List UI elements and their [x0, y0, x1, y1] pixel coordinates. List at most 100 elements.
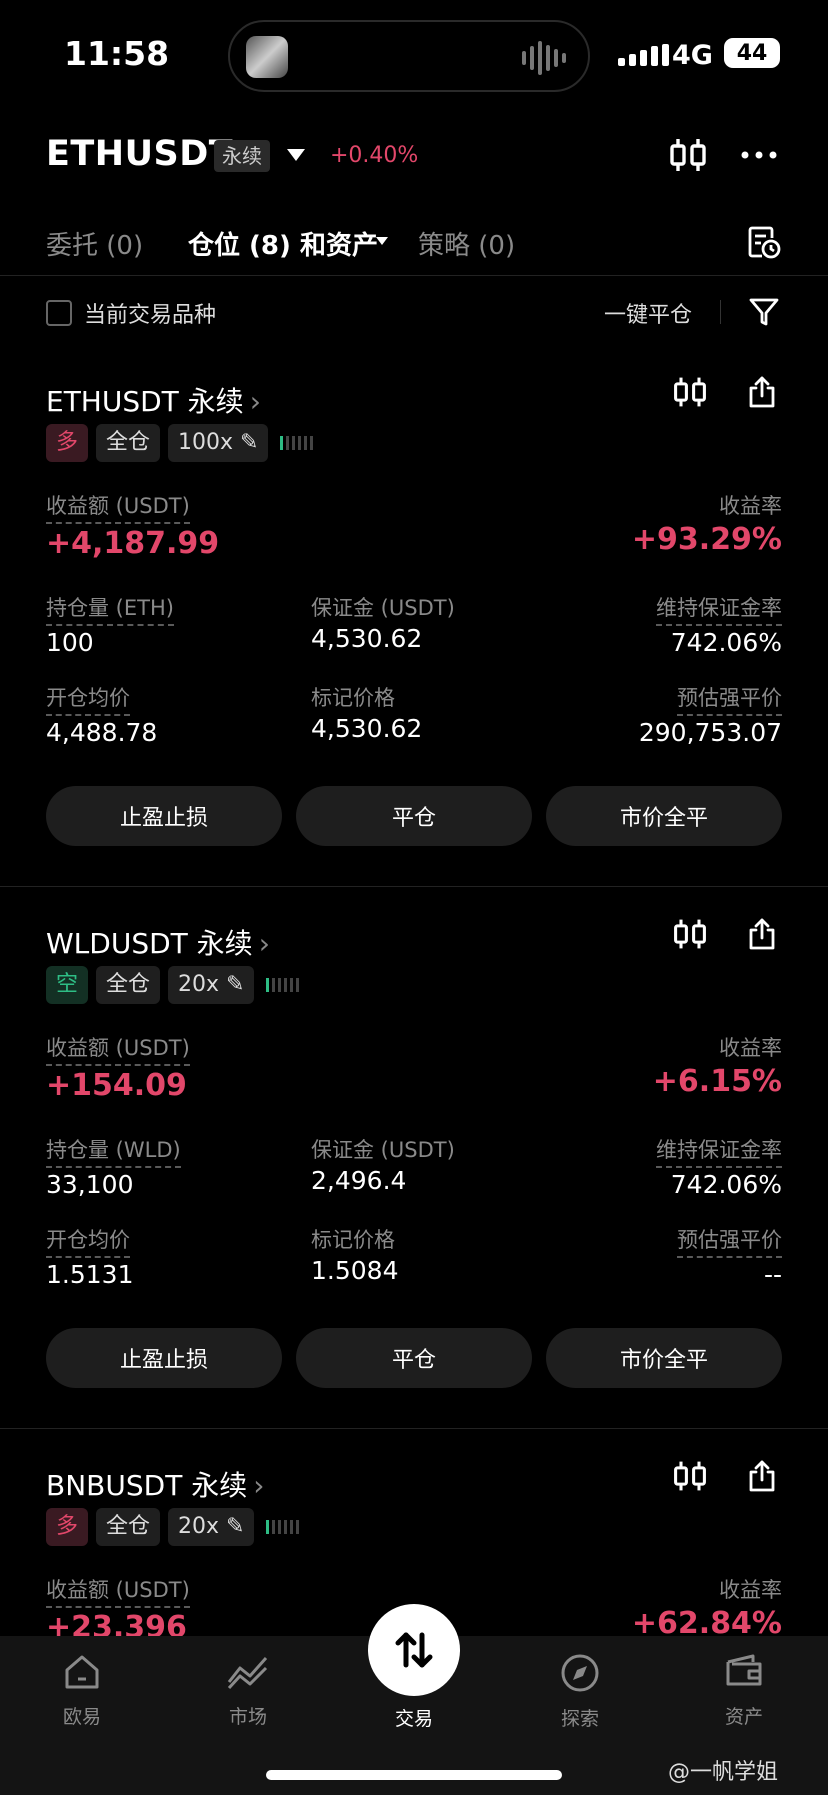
leverage-button[interactable]: 20x ✎ — [168, 1508, 255, 1546]
size-value: 100 — [46, 628, 94, 657]
watermark: @一帆学姐 — [668, 1760, 779, 1785]
margin-mode-tag[interactable]: 全仓 — [96, 966, 161, 1004]
position-title-link[interactable]: BNBUSDT 永续 › — [46, 1464, 264, 1504]
liq-price-label: 预估强平价 — [677, 1224, 782, 1258]
filter-icon[interactable] — [742, 290, 786, 334]
position-title: WLDUSDT 永续 — [46, 927, 253, 960]
order-history-icon[interactable] — [742, 220, 786, 264]
entry-price-label: 开仓均价 — [46, 1224, 130, 1258]
roe-value: +93.29% — [631, 522, 782, 557]
side-tag: 空 — [46, 966, 89, 1004]
close-position-button[interactable]: 平仓 — [296, 1328, 532, 1388]
pnl-label: 收益额 (USDT) — [46, 1574, 190, 1608]
maint-ratio-value: 742.06% — [670, 1170, 782, 1199]
nav-item-market[interactable]: 市场 — [188, 1652, 308, 1729]
close-all-button[interactable]: 一键平仓 — [604, 297, 692, 329]
home-icon — [65, 1655, 99, 1689]
mark-price-label: 标记价格 — [311, 1228, 395, 1252]
edit-icon: ✎ — [226, 1514, 245, 1539]
mark-price-value: 1.5084 — [311, 1256, 399, 1285]
battery-icon: 44 — [724, 38, 780, 68]
size-label: 持仓量 (WLD) — [46, 1134, 181, 1168]
chevron-right-icon: › — [258, 927, 270, 960]
share-icon[interactable] — [744, 374, 780, 414]
maint-ratio-label: 维持保证金率 — [656, 1134, 782, 1168]
nav-item-explore[interactable]: 探索 — [520, 1652, 640, 1731]
tab-positions[interactable]: 仓位 (8) 和资产 — [188, 225, 378, 262]
roe-label: 收益率 — [719, 494, 782, 518]
media-thumbnail — [246, 36, 288, 78]
market-close-button[interactable]: 市价全平 — [546, 786, 782, 846]
entry-price-value: 1.5131 — [46, 1260, 134, 1289]
entry-price-value: 4,488.78 — [46, 718, 158, 747]
candlestick-chart-icon[interactable] — [666, 133, 710, 177]
leverage-level-bars — [280, 436, 314, 450]
margin-value: 2,496.4 — [311, 1166, 407, 1195]
current-instrument-label: 当前交易品种 — [84, 303, 217, 328]
side-tag: 多 — [46, 424, 89, 462]
position-title-link[interactable]: WLDUSDT 永续 › — [46, 922, 270, 962]
edit-icon: ✎ — [226, 972, 245, 997]
current-instrument-checkbox[interactable] — [46, 300, 72, 326]
tab-strategy[interactable]: 策略 (0) — [418, 225, 515, 262]
leverage-button[interactable]: 20x ✎ — [168, 966, 255, 1004]
liq-price-label: 预估强平价 — [677, 682, 782, 716]
trade-swap-icon — [395, 1632, 433, 1668]
roe-value: +6.15% — [652, 1064, 782, 1099]
share-icon[interactable] — [744, 916, 780, 956]
roe-label: 收益率 — [719, 1578, 782, 1602]
roe-label: 收益率 — [719, 1036, 782, 1060]
margin-value: 4,530.62 — [311, 624, 423, 653]
contract-type-tag: 永续 — [214, 140, 270, 172]
tab-orders[interactable]: 委托 (0) — [46, 225, 143, 262]
filter-separator — [720, 300, 721, 324]
nav-label: 探索 — [560, 1708, 599, 1730]
position-chart-icon[interactable] — [672, 916, 708, 956]
maint-ratio-value: 742.06% — [670, 628, 782, 657]
more-icon[interactable] — [737, 133, 781, 177]
dynamic-island[interactable] — [228, 20, 590, 92]
pnl-label: 收益额 (USDT) — [46, 1032, 190, 1066]
nav-item-trade[interactable] — [368, 1604, 460, 1696]
market-close-button[interactable]: 市价全平 — [546, 1328, 782, 1388]
instrument-dropdown-icon[interactable] — [287, 149, 305, 161]
margin-label: 保证金 (USDT) — [311, 1138, 455, 1162]
liq-price-value: 290,753.07 — [638, 718, 782, 747]
pnl-value: +154.09 — [46, 1068, 187, 1103]
leverage-button[interactable]: 100x ✎ — [168, 424, 269, 462]
tab-dropdown-icon[interactable] — [376, 237, 388, 245]
nav-item-home[interactable]: 欧易 — [22, 1652, 142, 1729]
tp-sl-button[interactable]: 止盈止损 — [46, 1328, 282, 1388]
pnl-value: +4,187.99 — [46, 526, 220, 561]
nav-item-assets[interactable]: 资产 — [684, 1652, 804, 1729]
margin-label: 保证金 (USDT) — [311, 596, 455, 620]
position-chart-icon[interactable] — [672, 1458, 708, 1498]
side-tag: 多 — [46, 1508, 89, 1546]
wallet-icon — [726, 1654, 762, 1686]
liq-price-value: -- — [763, 1260, 782, 1289]
mark-price-value: 4,530.62 — [311, 714, 423, 743]
card-divider — [0, 886, 828, 887]
size-label: 持仓量 (ETH) — [46, 592, 174, 626]
leverage-value: 100x — [178, 430, 234, 455]
margin-mode-tag[interactable]: 全仓 — [96, 1508, 161, 1546]
mark-price-label: 标记价格 — [311, 686, 395, 710]
audio-wave-icon — [522, 40, 566, 76]
margin-mode-tag[interactable]: 全仓 — [96, 424, 161, 462]
position-title-link[interactable]: ETHUSDT 永续 › — [46, 380, 261, 420]
network-type: 4G — [672, 40, 713, 71]
share-icon[interactable] — [744, 1458, 780, 1498]
nav-label: 资产 — [724, 1706, 763, 1728]
position-chart-icon[interactable] — [672, 374, 708, 414]
leverage-level-bars — [266, 1520, 300, 1534]
home-indicator[interactable] — [266, 1770, 562, 1780]
tp-sl-button[interactable]: 止盈止损 — [46, 786, 282, 846]
compass-icon — [561, 1654, 599, 1692]
card-divider — [0, 1428, 828, 1429]
tabs-divider — [0, 275, 828, 276]
nav-label: 交易 — [394, 1708, 433, 1730]
close-position-button[interactable]: 平仓 — [296, 786, 532, 846]
nav-label: 欧易 — [62, 1706, 101, 1728]
chevron-right-icon: › — [249, 385, 261, 418]
instrument-title[interactable]: ETHUSDT — [46, 134, 233, 174]
